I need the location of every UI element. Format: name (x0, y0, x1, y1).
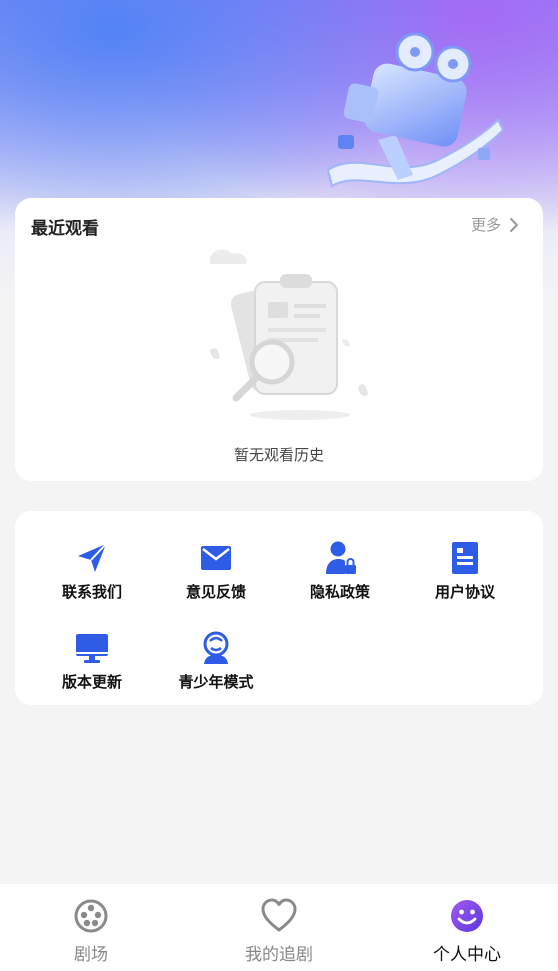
more-link[interactable]: 更多 (471, 214, 521, 235)
recent-watch-card: 最近观看 更多 暂无观看历史 (15, 198, 543, 481)
tab-my-follow[interactable]: 我的追剧 (209, 898, 349, 965)
empty-history-text: 暂无观看历史 (233, 446, 324, 464)
tab-label: 剧场 (74, 945, 108, 965)
document-icon (452, 542, 478, 574)
send-icon (78, 543, 107, 572)
heart-icon (261, 898, 297, 932)
menu-item-teen-mode[interactable]: 青少年模式 (156, 631, 276, 692)
empty-clipboard-illustration (209, 249, 368, 420)
menu-label: 联系我们 (61, 583, 122, 601)
function-menu-card: 联系我们 意见反馈 隐私政策 用户协议 版本更新 青少年模式 (15, 511, 543, 705)
recent-watch-title: 最近观看 (31, 219, 99, 239)
menu-label: 版本更新 (61, 673, 122, 691)
menu-label: 用户协议 (434, 583, 495, 601)
bottom-tab-bar: 剧场 我的追剧 个人中心 (0, 884, 558, 971)
film-reel-icon (74, 899, 108, 933)
monitor-icon (76, 634, 108, 663)
kid-icon (203, 631, 229, 664)
menu-item-contact[interactable]: 联系我们 (32, 541, 152, 602)
menu-item-agreement[interactable]: 用户协议 (405, 541, 525, 602)
menu-label: 意见反馈 (185, 583, 246, 601)
menu-label: 青少年模式 (178, 673, 254, 691)
tab-theater[interactable]: 剧场 (21, 898, 161, 965)
chevron-right-icon (510, 217, 518, 232)
menu-label: 隐私政策 (309, 583, 370, 601)
film-camera-illustration (326, 32, 505, 188)
more-label: 更多 (470, 216, 501, 234)
menu-item-privacy[interactable]: 隐私政策 (280, 541, 400, 602)
mail-icon (201, 546, 231, 570)
menu-item-feedback[interactable]: 意见反馈 (156, 541, 276, 602)
smiley-icon (451, 900, 483, 932)
tab-label: 个人中心 (433, 945, 501, 965)
user-lock-icon (326, 541, 356, 574)
tab-profile[interactable]: 个人中心 (397, 898, 537, 965)
tab-label: 我的追剧 (245, 945, 313, 965)
menu-item-update[interactable]: 版本更新 (32, 631, 152, 692)
